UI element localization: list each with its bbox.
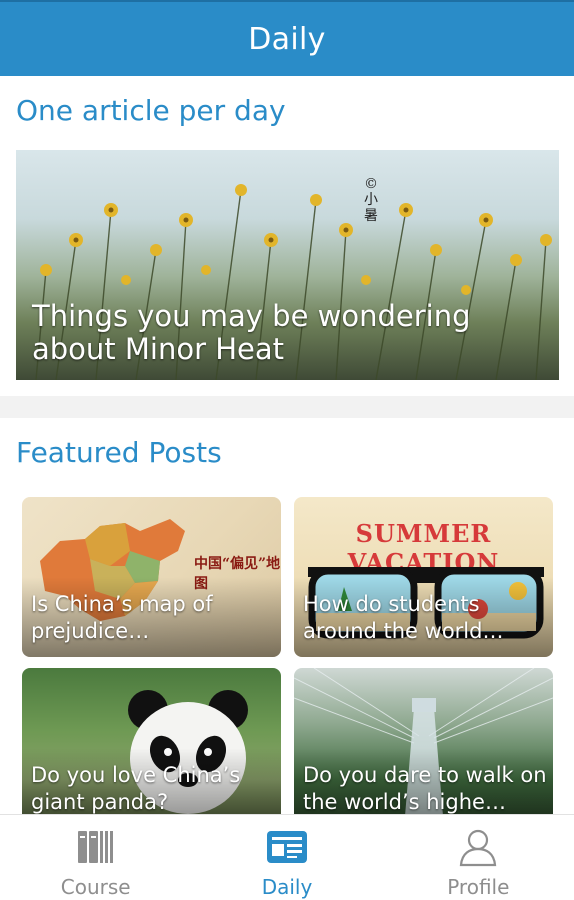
featured-post-card[interactable]: Do you love China’s giant panda?	[22, 668, 281, 828]
tab-profile[interactable]: Profile	[383, 815, 574, 900]
tab-daily-label: Daily	[261, 875, 313, 899]
header-title: Daily	[248, 21, 326, 57]
tab-course-label: Course	[60, 875, 131, 899]
tab-daily[interactable]: Daily	[191, 815, 382, 900]
app-screen: Daily One article per day ©小暑 Things you…	[0, 0, 574, 900]
featured-posts-section: Featured Posts 中国“偏见”地图 Is China’s map o…	[0, 418, 574, 828]
featured-post-title: Do you love China’s giant panda?	[31, 763, 241, 814]
daily-section-title: One article per day	[16, 94, 286, 127]
featured-post-card[interactable]: SUMMER VACATION How do students around t…	[294, 497, 553, 657]
featured-post-title: How do students around the world…	[303, 592, 504, 643]
daily-article-title: Things you may be wondering about Minor …	[32, 299, 471, 366]
hero-seal-text: ©小暑	[364, 176, 378, 224]
featured-section-title: Featured Posts	[16, 436, 222, 469]
featured-post-title: Do you dare to walk on the world’s highe…	[303, 763, 547, 814]
tab-course[interactable]: Course	[0, 815, 191, 900]
books-icon	[77, 831, 113, 863]
featured-post-card[interactable]: Do you dare to walk on the world’s highe…	[294, 668, 553, 828]
tab-profile-label: Profile	[447, 875, 510, 899]
bottom-tab-bar: Course Daily Profile	[0, 814, 574, 900]
newspaper-icon	[266, 831, 307, 863]
daily-article-card[interactable]: ©小暑 Things you may be wondering about Mi…	[16, 150, 559, 380]
featured-post-title: Is China’s map of prejudice…	[31, 592, 213, 643]
featured-post-card[interactable]: 中国“偏见”地图 Is China’s map of prejudice…	[22, 497, 281, 657]
app-header: Daily	[0, 0, 574, 76]
person-icon	[460, 829, 497, 867]
daily-article-section: One article per day ©小暑 Things you may b…	[0, 76, 574, 396]
